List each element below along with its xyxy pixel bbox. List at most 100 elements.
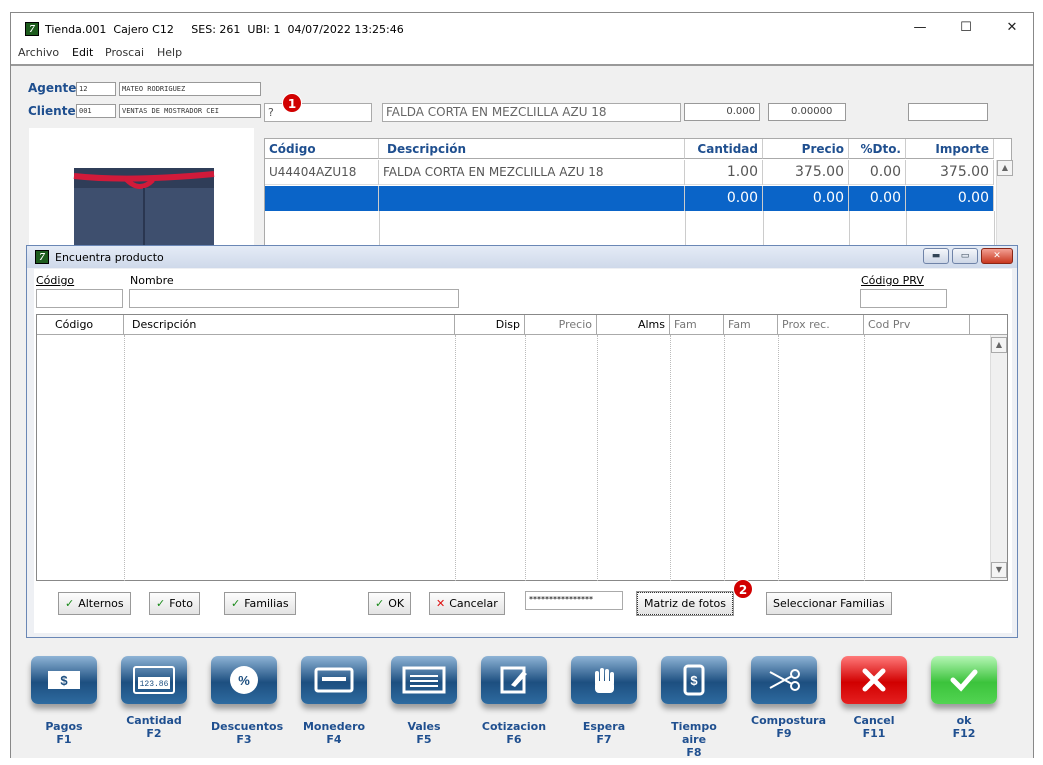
menu-help[interactable]: Help [157, 46, 182, 59]
svg-text:$: $ [690, 673, 698, 688]
col-fam-2[interactable]: Fam [724, 315, 778, 335]
dialog-restore-button[interactable]: ▭ [952, 248, 978, 264]
note-icon [481, 656, 547, 704]
col-divider [597, 335, 598, 581]
dialog-title: Encuentra producto [55, 251, 164, 264]
codigo-filter-input[interactable] [36, 289, 123, 308]
annotation-badge-2: 2 [733, 579, 753, 599]
grid-header-codigo[interactable]: Código [265, 139, 379, 159]
minimize-button[interactable]: — [909, 19, 931, 37]
fkey-label: Pagos [45, 720, 83, 733]
counter-icon: 123.86 [121, 656, 187, 704]
find-product-dialog: 7 Encuentra producto ▬ ▭ ✕ Código Nombre… [26, 245, 1018, 638]
fkey-key: F12 [952, 727, 976, 740]
grid-header-importe[interactable]: Importe [906, 139, 994, 159]
fkey-key: F8 [686, 746, 702, 759]
col-precio[interactable]: Precio [525, 315, 597, 335]
nombre-filter-input[interactable] [129, 289, 459, 308]
familias-label: Familias [244, 597, 289, 610]
maximize-button[interactable]: ☐ [955, 19, 977, 37]
cliente-code-field[interactable]: 001 [76, 104, 116, 118]
grid-header-descripcion[interactable]: Descripción [379, 139, 685, 159]
menu-edit[interactable]: Edit [72, 46, 93, 59]
fkey-ok[interactable]: ok F12 [931, 656, 997, 740]
fkey-compostura[interactable]: Compostura F9 [751, 656, 826, 740]
cell-cantidad: 1.00 [685, 160, 763, 185]
table-row-selected[interactable]: 0.00 0.00 0.00 0.00 [265, 186, 994, 211]
foto-label: Foto [169, 597, 193, 610]
col-alms[interactable]: Alms [597, 315, 670, 335]
jeans-image [73, 168, 215, 248]
cancelar-button[interactable]: ✕ Cancelar [429, 592, 505, 615]
svg-text:$: $ [60, 673, 68, 688]
cliente-name-field: VENTAS DE MOSTRADOR CEI [119, 104, 261, 118]
codigo-entry-field[interactable]: ? [264, 103, 372, 122]
cell-importe: 0.00 [906, 186, 994, 211]
precio-entry-field[interactable]: 0.00000 [768, 103, 846, 121]
fkey-key: F5 [416, 733, 432, 746]
fkey-label: Vales [407, 720, 441, 733]
fkey-monedero[interactable]: Monedero F4 [301, 656, 367, 746]
cantidad-entry-field[interactable]: 0.000 [684, 103, 760, 121]
col-divider [670, 335, 671, 581]
fkey-pagos[interactable]: $ Pagos F1 [31, 656, 97, 746]
results-list: Código Descripción Disp Precio Alms Fam … [36, 314, 1008, 581]
descripcion-entry-field[interactable]: FALDA CORTA EN MEZCLILLA AZU 18 [382, 103, 681, 122]
matriz-de-fotos-button[interactable]: Matriz de fotos [635, 591, 735, 616]
col-prox-rec[interactable]: Prox rec. [778, 315, 864, 335]
familias-button[interactable]: ✓ Familias [224, 592, 296, 615]
codigo-prv-input[interactable] [860, 289, 947, 308]
fkey-vales[interactable]: Vales F5 [391, 656, 457, 746]
fkey-cantidad[interactable]: 123.86 Cantidad F2 [121, 656, 187, 740]
agente-name-field: MATEO RODRIGUEZ [119, 82, 261, 96]
fkey-tiempo-aire[interactable]: $ Tiempo aire F8 [661, 656, 727, 759]
cell-precio: 375.00 [763, 160, 849, 185]
col-divider [864, 335, 865, 581]
close-button[interactable]: ✕ [1001, 19, 1023, 37]
col-codigo[interactable]: Código [37, 315, 124, 335]
check-icon: ✓ [231, 597, 241, 610]
col-fam[interactable]: Fam [670, 315, 724, 335]
ok-button[interactable]: ✓ OK [368, 592, 412, 615]
cell-dto: 0.00 [849, 186, 906, 211]
fkey-espera[interactable]: Espera F7 [571, 656, 637, 746]
col-descripcion[interactable]: Descripción [124, 315, 455, 335]
fkey-cotizacion[interactable]: Cotizacion F6 [481, 656, 547, 746]
table-row[interactable]: U44404AZU18 FALDA CORTA EN MEZCLILLA AZU… [265, 160, 994, 185]
col-cod-prv[interactable]: Cod Prv [864, 315, 970, 335]
dialog-minimize-button[interactable]: ▬ [923, 248, 949, 264]
check-icon: ✓ [156, 597, 166, 610]
fkey-label: ok [956, 714, 972, 727]
scroll-up-arrow-icon[interactable]: ▲ [991, 337, 1007, 353]
seleccionar-familias-button[interactable]: Seleccionar Familias [766, 592, 892, 615]
counter-icon-text: 123.86 [140, 680, 169, 689]
grid-header-cantidad[interactable]: Cantidad [685, 139, 763, 159]
foto-button[interactable]: ✓ Foto [149, 592, 200, 615]
cancelar-label: Cancelar [449, 597, 498, 610]
grid-header-precio[interactable]: Precio [763, 139, 849, 159]
extra-entry-field[interactable] [908, 103, 988, 121]
cell-descripcion [379, 186, 685, 211]
cell-codigo: U44404AZU18 [265, 160, 379, 185]
cell-importe: 375.00 [906, 160, 994, 185]
agente-code-field[interactable]: 12 [76, 82, 116, 96]
col-disp[interactable]: Disp [455, 315, 525, 335]
fkey-cancel[interactable]: Cancel F11 [841, 656, 907, 740]
fkey-key: F6 [506, 733, 522, 746]
menu-proscai[interactable]: Proscai [105, 46, 144, 59]
password-field[interactable]: **************** [525, 591, 623, 610]
grid-scrollbar[interactable]: ▲ [996, 160, 1013, 258]
cancel-x-icon: ✕ [436, 597, 446, 610]
alternos-button[interactable]: ✓ Alternos [58, 592, 131, 615]
fkey-descuentos[interactable]: % Descuentos F3 [211, 656, 283, 746]
results-scrollbar[interactable]: ▲ ▼ [990, 335, 1007, 580]
grid-header-dto[interactable]: %Dto. [849, 139, 906, 159]
scroll-up-arrow-icon[interactable]: ▲ [997, 160, 1013, 176]
percent-icon: % [211, 656, 277, 704]
fkey-key: F2 [146, 727, 162, 740]
cash-icon: $ [31, 656, 97, 704]
menu-archivo[interactable]: Archivo [18, 46, 59, 59]
dialog-close-button[interactable]: ✕ [981, 248, 1013, 264]
scroll-down-arrow-icon[interactable]: ▼ [991, 562, 1007, 578]
results-header: Código Descripción Disp Precio Alms Fam … [37, 315, 1007, 335]
